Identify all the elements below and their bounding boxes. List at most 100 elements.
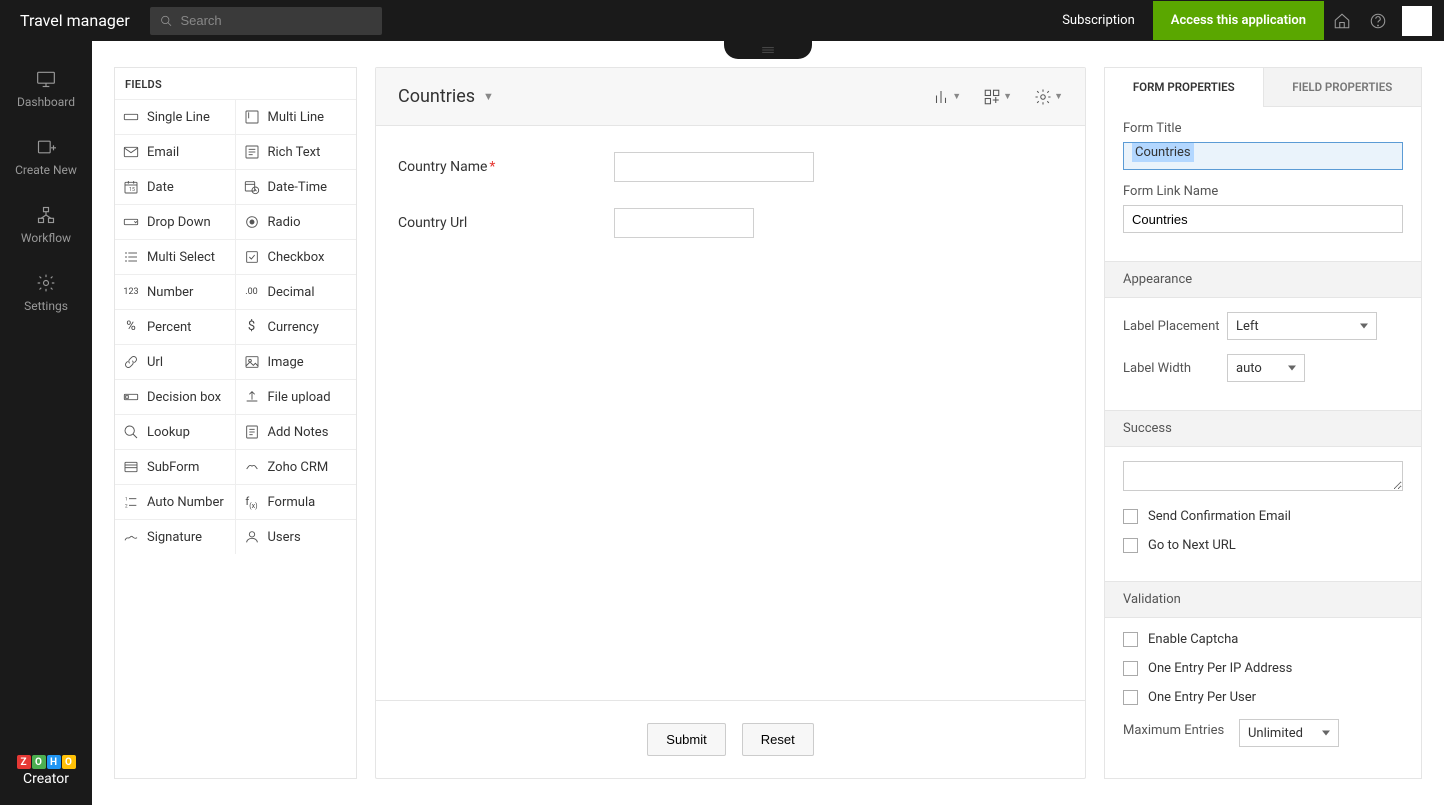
field-date[interactable]: 15Date bbox=[115, 169, 236, 204]
nav-workflow[interactable]: Workflow bbox=[0, 191, 92, 259]
bar-chart-icon bbox=[932, 88, 950, 106]
select-label-width[interactable]: auto bbox=[1227, 354, 1305, 382]
date-time-icon bbox=[244, 179, 260, 195]
field-add-notes[interactable]: Add Notes bbox=[236, 414, 357, 449]
number-icon: 123 bbox=[123, 284, 139, 300]
search-box[interactable] bbox=[150, 7, 382, 35]
radio-icon bbox=[244, 214, 260, 230]
monitor-icon bbox=[35, 69, 57, 89]
field-image[interactable]: Image bbox=[236, 344, 357, 379]
field-multi-select[interactable]: Multi Select bbox=[115, 239, 236, 274]
drag-handle[interactable] bbox=[724, 41, 812, 59]
properties-panel: FORM PROPERTIES FIELD PROPERTIES Form Ti… bbox=[1104, 67, 1422, 779]
gear-icon bbox=[35, 273, 57, 293]
search-input[interactable] bbox=[180, 13, 371, 28]
label-one-entry-user: One Entry Per User bbox=[1148, 690, 1256, 705]
field-decision-box[interactable]: Decision box bbox=[115, 379, 236, 414]
input-form-title[interactable]: Countries bbox=[1123, 142, 1403, 170]
input-country-name[interactable] bbox=[614, 152, 814, 182]
canvas-body[interactable]: Country Name* Country Url bbox=[376, 126, 1085, 700]
user-avatar[interactable] bbox=[1402, 6, 1432, 36]
select-max-entries[interactable]: Unlimited bbox=[1239, 719, 1339, 747]
field-percent[interactable]: %Percent bbox=[115, 309, 236, 344]
subscription-link[interactable]: Subscription bbox=[1044, 13, 1153, 28]
nav-settings[interactable]: Settings bbox=[0, 259, 92, 327]
formula-icon: f(x) bbox=[244, 494, 260, 510]
checkbox-enable-captcha[interactable] bbox=[1123, 632, 1138, 647]
reset-button[interactable]: Reset bbox=[742, 723, 814, 756]
help-button[interactable] bbox=[1360, 0, 1396, 41]
home-button[interactable] bbox=[1324, 0, 1360, 41]
canvas-footer: Submit Reset bbox=[376, 700, 1085, 778]
field-zoho-crm[interactable]: Zoho CRM bbox=[236, 449, 357, 484]
add-notes-icon bbox=[244, 424, 260, 440]
canvas-title[interactable]: Countries bbox=[398, 86, 475, 107]
label-enable-captcha: Enable Captcha bbox=[1148, 632, 1238, 647]
layout-button[interactable]: ▼ bbox=[983, 88, 1012, 106]
subform-icon bbox=[123, 459, 139, 475]
field-single-line[interactable]: Single Line bbox=[115, 99, 236, 134]
url-icon bbox=[123, 354, 139, 370]
single-line-icon bbox=[123, 109, 139, 125]
checkbox-confirmation-email[interactable] bbox=[1123, 509, 1138, 524]
checkbox-one-entry-user[interactable] bbox=[1123, 690, 1138, 705]
email-icon bbox=[123, 144, 139, 160]
chevron-down-icon[interactable]: ▼ bbox=[483, 90, 494, 103]
checkbox-go-next-url[interactable] bbox=[1123, 538, 1138, 553]
field-date-time[interactable]: Date-Time bbox=[236, 169, 357, 204]
field-signature[interactable]: Signature bbox=[115, 519, 236, 554]
field-lookup[interactable]: Lookup bbox=[115, 414, 236, 449]
multi-line-icon bbox=[244, 109, 260, 125]
date-icon: 15 bbox=[123, 179, 139, 195]
chart-view-button[interactable]: ▼ bbox=[932, 88, 961, 106]
field-rich-text[interactable]: Rich Text bbox=[236, 134, 357, 169]
nav-dashboard[interactable]: Dashboard bbox=[0, 55, 92, 123]
hamburger-icon bbox=[761, 45, 775, 55]
field-email[interactable]: Email bbox=[115, 134, 236, 169]
submit-button[interactable]: Submit bbox=[647, 723, 725, 756]
field-decimal[interactable]: .00Decimal bbox=[236, 274, 357, 309]
form-row-country-url[interactable]: Country Url bbox=[398, 208, 1063, 238]
brand-logo: Z O H O Creator bbox=[17, 755, 76, 787]
field-file-upload[interactable]: File upload bbox=[236, 379, 357, 414]
input-form-link-name[interactable] bbox=[1123, 205, 1403, 233]
field-formula[interactable]: f(x)Formula bbox=[236, 484, 357, 519]
field-url[interactable]: Url bbox=[115, 344, 236, 379]
field-number[interactable]: 123Number bbox=[115, 274, 236, 309]
input-country-url[interactable] bbox=[614, 208, 754, 238]
field-radio[interactable]: Radio bbox=[236, 204, 357, 239]
fields-header: FIELDS bbox=[115, 68, 356, 99]
textarea-success-message[interactable] bbox=[1123, 461, 1403, 491]
label-go-next-url: Go to Next URL bbox=[1148, 538, 1236, 553]
form-canvas: Countries ▼ ▼ ▼ ▼ Country Name* Country … bbox=[375, 67, 1086, 779]
auto-number-icon: 12 bbox=[123, 494, 139, 510]
workflow-icon bbox=[35, 205, 57, 225]
svg-text:1: 1 bbox=[125, 497, 128, 503]
field-users[interactable]: Users bbox=[236, 519, 357, 554]
form-row-country-name[interactable]: Country Name* bbox=[398, 152, 1063, 182]
percent-icon: % bbox=[123, 319, 139, 335]
access-application-button[interactable]: Access this application bbox=[1153, 1, 1324, 40]
select-label-placement[interactable]: Left bbox=[1227, 312, 1377, 340]
nav-create-new[interactable]: Create New bbox=[0, 123, 92, 191]
canvas-header: Countries ▼ ▼ ▼ ▼ bbox=[376, 68, 1085, 126]
users-icon bbox=[244, 529, 260, 545]
field-checkbox[interactable]: Checkbox bbox=[236, 239, 357, 274]
decimal-icon: .00 bbox=[244, 284, 260, 300]
lookup-icon bbox=[123, 424, 139, 440]
tab-form-properties[interactable]: FORM PROPERTIES bbox=[1105, 68, 1264, 107]
field-drop-down[interactable]: Drop Down bbox=[115, 204, 236, 239]
field-subform[interactable]: SubForm bbox=[115, 449, 236, 484]
checkbox-one-entry-ip[interactable] bbox=[1123, 661, 1138, 676]
multi-select-icon bbox=[123, 249, 139, 265]
field-multi-line[interactable]: Multi Line bbox=[236, 99, 357, 134]
search-icon bbox=[160, 14, 173, 28]
field-auto-number[interactable]: 12Auto Number bbox=[115, 484, 236, 519]
left-nav: Dashboard Create New Workflow Settings Z… bbox=[0, 41, 92, 805]
label-max-entries: Maximum Entries bbox=[1123, 723, 1227, 738]
field-currency[interactable]: $Currency bbox=[236, 309, 357, 344]
settings-button[interactable]: ▼ bbox=[1034, 88, 1063, 106]
layout-icon bbox=[983, 88, 1001, 106]
tab-field-properties[interactable]: FIELD PROPERTIES bbox=[1264, 68, 1422, 107]
section-appearance: Appearance bbox=[1105, 261, 1421, 298]
